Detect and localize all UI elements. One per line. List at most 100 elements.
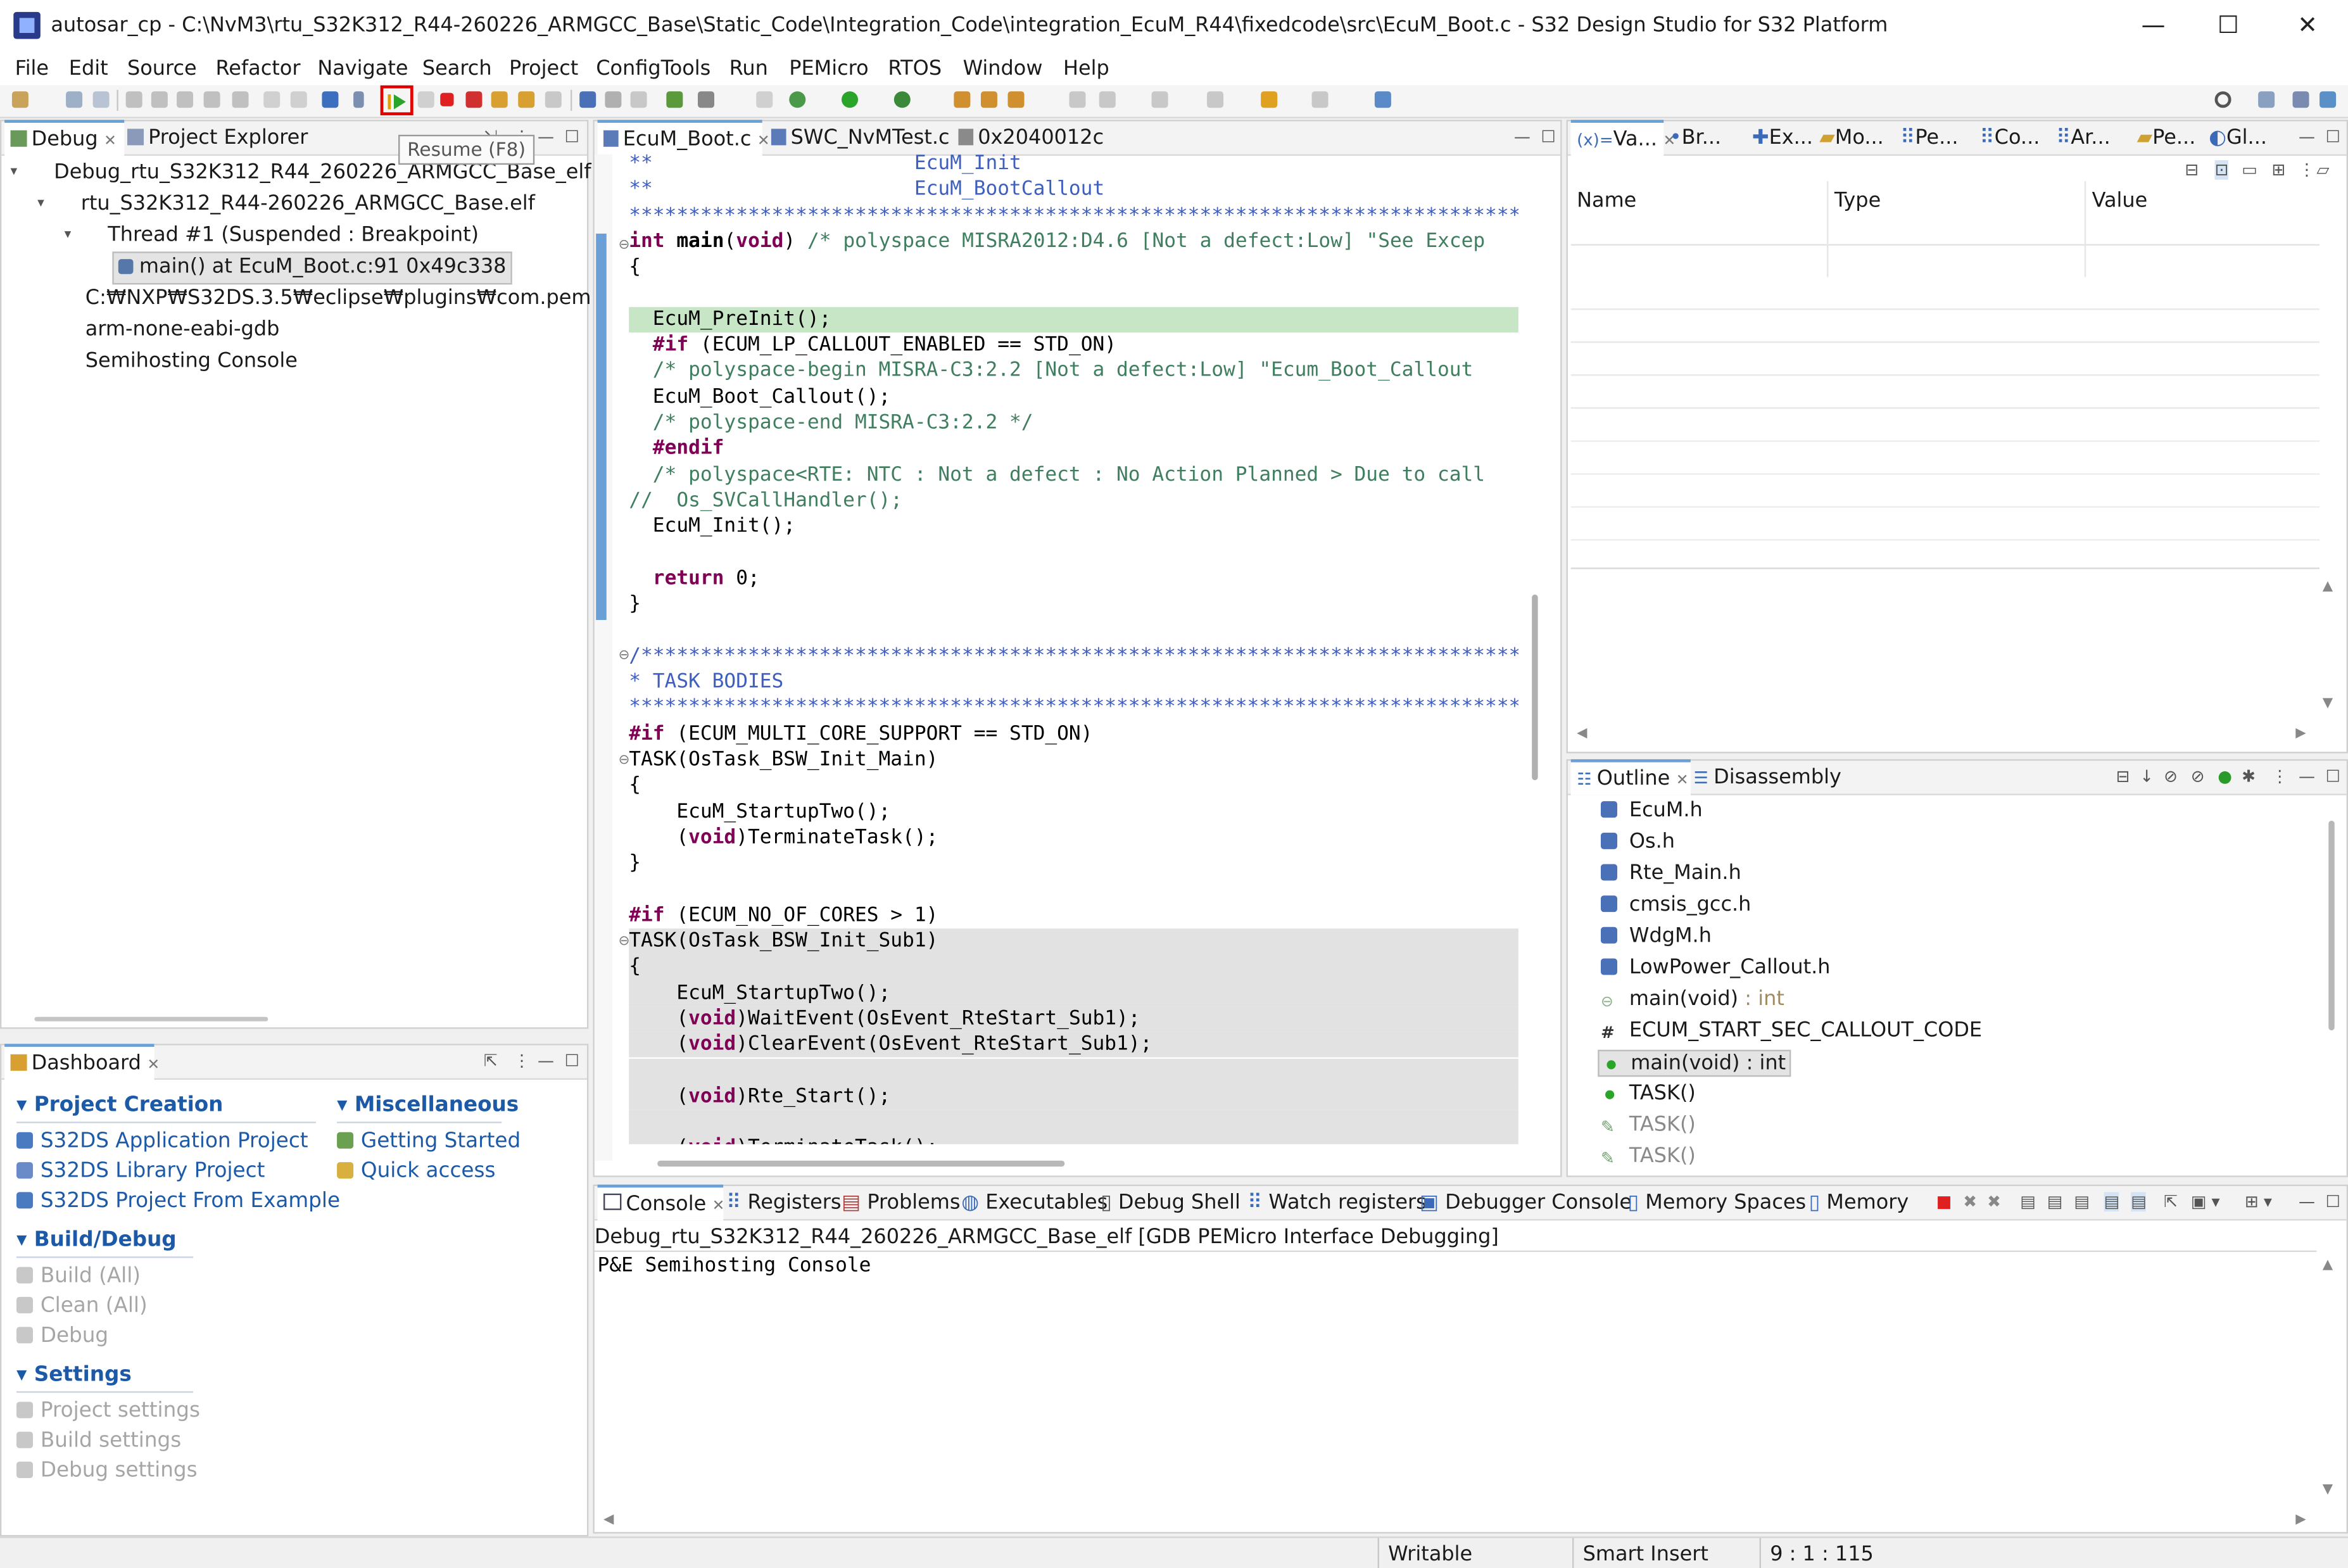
minimize-icon[interactable]: ▱ [2316, 160, 2329, 180]
forward-icon[interactable] [1311, 91, 1329, 108]
column-name[interactable]: Name [1577, 189, 1636, 213]
view-menu-icon[interactable]: ⋮ [2299, 160, 2315, 180]
code-line[interactable] [629, 617, 1518, 643]
code-line[interactable]: return 0; [629, 566, 1518, 591]
open-console-icon[interactable]: ⊞ ▾ [2245, 1192, 2272, 1211]
word-wrap-icon[interactable]: ▤ [2074, 1192, 2090, 1211]
console-output[interactable]: P&E Semihosting Console [598, 1255, 871, 1277]
link-clean-all[interactable]: Clean (All) [16, 1294, 148, 1318]
menu-search[interactable]: Search [422, 57, 492, 81]
resume-button[interactable] [380, 85, 413, 116]
minimize-view-icon[interactable]: — [2299, 767, 2315, 787]
section-miscellaneous[interactable]: ▾ Miscellaneous [337, 1093, 519, 1117]
code-line[interactable]: #if (ECUM_LP_CALLOUT_ENABLED == STD_ON) [629, 332, 1518, 358]
step-over-icon[interactable] [518, 91, 535, 108]
code-line[interactable] [629, 281, 1518, 307]
link-project-settings[interactable]: Project settings [16, 1399, 200, 1423]
open-element-icon[interactable] [980, 91, 997, 108]
code-line[interactable]: ****************************************… [629, 695, 1518, 721]
tab-debug-shell[interactable]: ▯ Debug Shell [1101, 1186, 1240, 1219]
menu-configtools[interactable]: ConfigTools [596, 57, 710, 81]
code-line[interactable]: EcuM_StartupTwo(); [629, 799, 1518, 825]
save-all-icon[interactable] [92, 91, 110, 108]
code-line[interactable]: /* polyspace-begin MISRA-C3:2.2 [Not a d… [629, 358, 1518, 384]
outline-item[interactable]: ✎ TASK() [1601, 1144, 1696, 1168]
scroll-up-icon[interactable]: ▲ [2323, 1258, 2333, 1273]
code-line[interactable]: (void)ClearEvent(OsEvent_RteStart_Sub1); [629, 1032, 1518, 1058]
clean-icon[interactable] [177, 91, 194, 108]
code-line[interactable]: (void)TerminateTask(); [629, 825, 1518, 851]
terminate-icon[interactable] [440, 92, 454, 106]
tree-item-launch[interactable]: ▾ Debug_rtu_S32K312_R44_260226_ARMGCC_Ba… [11, 160, 651, 184]
tab-debugger-console[interactable]: ▣ Debugger Console [1420, 1186, 1632, 1219]
tab-dashboard[interactable]: Dashboard ✕ [4, 1044, 160, 1080]
tab-outline[interactable]: ☷ Outline ✕ [1570, 759, 1691, 795]
section-build-debug[interactable]: ▾ Build/Debug [16, 1228, 177, 1252]
code-line[interactable]: EcuM_PreInit(); [629, 307, 1518, 333]
c-perspective-icon[interactable] [2292, 91, 2309, 108]
code-line[interactable]: ** EcuM_Init [629, 151, 1518, 177]
external-tools-icon[interactable] [893, 91, 911, 108]
hide-fields-icon[interactable]: ⊘ [2164, 767, 2178, 787]
code-line[interactable]: * TASK BODIES [629, 669, 1518, 695]
menu-source[interactable]: Source [127, 57, 197, 81]
hide-macros-icon[interactable]: ✱ [2242, 767, 2256, 787]
reset-icon[interactable] [630, 91, 647, 108]
hide-nonpublic-icon[interactable]: ● [2218, 767, 2232, 787]
menu-window[interactable]: Window [963, 57, 1043, 81]
build-icon[interactable] [125, 91, 142, 108]
stop-icon[interactable] [697, 91, 715, 108]
code-line[interactable]: (void)Rte_Start(); [629, 1084, 1518, 1110]
tree-item-semihosting[interactable]: Semihosting Console [61, 349, 298, 373]
maximize-view-icon[interactable]: ☐ [2326, 767, 2340, 787]
new-icon[interactable] [11, 91, 28, 108]
maximize-button[interactable]: ☐ [2206, 9, 2250, 42]
next-annotation-icon[interactable] [1099, 91, 1116, 108]
outline-item[interactable]: Os.h [1600, 830, 1675, 854]
build-config-icon[interactable] [151, 91, 168, 108]
run-icon[interactable] [842, 91, 859, 108]
tab-memory-spaces[interactable]: ▯ Memory Spaces [1628, 1186, 1807, 1219]
add-icon[interactable]: ⊞ [2271, 160, 2285, 180]
code-line[interactable]: EcuM_Boot_Callout(); [629, 384, 1518, 410]
scroll-right-icon[interactable]: ▶ [2295, 1512, 2306, 1527]
skip-breakpoints-icon[interactable] [353, 91, 364, 108]
scroll-right-icon[interactable]: ▶ [2295, 726, 2306, 742]
expand-icon[interactable]: ▾ [65, 227, 72, 243]
tab-variables[interactable]: (x)=Va... ✕ [1570, 120, 1676, 156]
pin-view-icon[interactable]: ⇱ [484, 1051, 498, 1071]
debug-perspective-icon[interactable] [2320, 91, 2337, 108]
tree-item-thread[interactable]: ▾ Thread #1 (Suspended : Breakpoint) [65, 223, 479, 247]
scroll-left-icon[interactable]: ◀ [1577, 726, 1587, 742]
show-type-icon[interactable]: ⊡ [2214, 160, 2229, 180]
minimize-view-icon[interactable]: — [2299, 127, 2315, 147]
code-line[interactable]: /* polyspace<RTE: NTC : Not a defect : N… [629, 462, 1518, 488]
undo-icon[interactable] [263, 91, 281, 108]
layout-icon[interactable]: ▭ [2242, 160, 2257, 180]
back-icon[interactable] [1261, 91, 1278, 108]
maximize-view-icon[interactable]: ☐ [2326, 127, 2340, 147]
code-line[interactable]: { [629, 773, 1518, 799]
view-menu-icon[interactable]: ⋮ [2271, 767, 2288, 787]
scroll-down-icon[interactable]: ▼ [2323, 697, 2333, 712]
pin-icon[interactable] [756, 91, 773, 108]
link-quick-access[interactable]: Quick access [337, 1159, 495, 1183]
tab-console[interactable]: Console ✕ [597, 1184, 725, 1221]
tab-expressions[interactable]: ✚Ex... [1752, 122, 1813, 155]
perspective-icon[interactable] [2258, 91, 2275, 108]
code-line[interactable]: } [629, 591, 1518, 617]
code-line[interactable]: #if (ECUM_NO_OF_CORES > 1) [629, 902, 1518, 928]
minimize-view-icon[interactable]: — [538, 1051, 554, 1071]
step-return-icon[interactable] [545, 91, 562, 108]
menu-refactor[interactable]: Refactor [216, 57, 301, 81]
code-line[interactable]: EcuM_StartupTwo(); [629, 980, 1518, 1006]
maximize-view-icon[interactable]: ☐ [2326, 1192, 2340, 1211]
tab-peripherals[interactable]: ⠿Pe... [1900, 122, 1959, 155]
status-insert-mode[interactable]: Smart Insert [1583, 1543, 1708, 1567]
outline-item[interactable]: WdgM.h [1600, 924, 1712, 948]
code-line[interactable]: TASK(OsTask_BSW_Init_Sub1) [629, 928, 1518, 955]
instruction-step-icon[interactable] [579, 91, 596, 108]
tree-item-gdb-server[interactable]: C:₩NXP₩S32DS.3.5₩eclipse₩plugins₩com.pem… [61, 286, 660, 310]
minimize-button[interactable]: — [2131, 9, 2176, 42]
tree-item-stackframe[interactable]: main() at EcuM_Boot.c:91 0x49c338 [112, 251, 512, 285]
